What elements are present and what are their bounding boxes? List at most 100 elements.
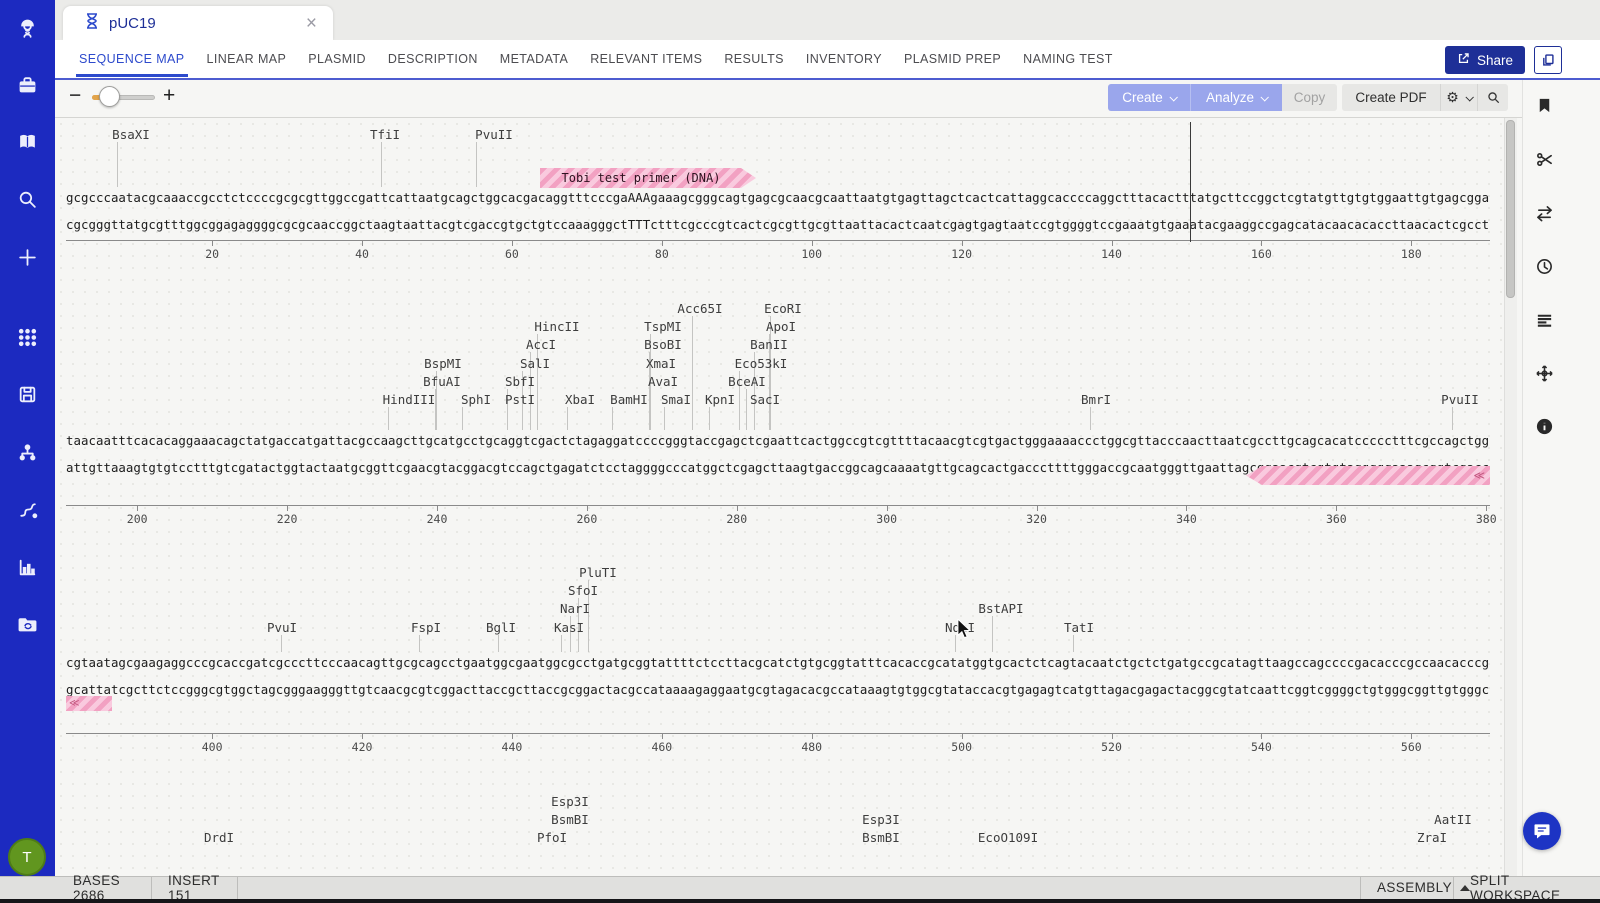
sequence-map[interactable]: BsaXI TfiI PvuII gcgcccaatacgcaaaccgcctctcc… [55, 118, 1504, 876]
cut-site-label-BceAI[interactable]: BceAI [728, 374, 766, 389]
find-button[interactable] [1477, 84, 1508, 111]
cut-site-label-BfuAI[interactable]: BfuAI [423, 374, 461, 389]
view-tab-plasmid-prep[interactable]: PLASMID PREP [893, 39, 1012, 79]
move-icon[interactable] [1528, 357, 1560, 389]
copy-button[interactable]: Copy [1282, 84, 1337, 111]
chat-button[interactable] [1523, 812, 1561, 850]
user-avatar[interactable]: T [8, 838, 46, 876]
brand-logo[interactable] [0, 8, 55, 48]
document-tab[interactable]: pUC19 × [63, 6, 333, 40]
cut-site-label-Esp3I[interactable]: Esp3I [862, 812, 900, 827]
cut-site-label-NarI[interactable]: NarI [560, 601, 590, 616]
sequence-strand-top[interactable]: cgtaatagcgaagaggcccgcaccgatcgcccttcccaac… [66, 655, 1489, 670]
cut-site-label-DrdI[interactable]: DrdI [204, 830, 234, 845]
save-icon[interactable] [0, 374, 55, 414]
create-button[interactable]: Create [1108, 84, 1191, 111]
book-icon[interactable] [0, 121, 55, 161]
cut-site-label-AvaI[interactable]: AvaI [648, 374, 678, 389]
cut-site-label-ZraI[interactable]: ZraI [1417, 830, 1447, 845]
view-tab-naming-test[interactable]: NAMING TEST [1012, 39, 1124, 79]
cut-site-label-XbaI[interactable]: XbaI [565, 392, 595, 407]
plus-icon[interactable] [0, 237, 55, 277]
close-icon[interactable]: × [302, 14, 321, 33]
cut-site-label-PvuII[interactable]: PvuII [475, 127, 513, 142]
annotation-primer[interactable]: Tobi test primer (DNA) [540, 168, 756, 188]
cut-site-label-TatI[interactable]: TatI [1064, 620, 1094, 635]
swap-arrows-icon[interactable] [1528, 197, 1560, 229]
view-tab-relevant-items[interactable]: RELEVANT ITEMS [579, 39, 713, 79]
cut-site-label-Eco53kI[interactable]: Eco53kI [735, 356, 788, 371]
share-button[interactable]: Share [1445, 46, 1525, 74]
cut-site-label-PfoI[interactable]: PfoI [537, 830, 567, 845]
cut-site-label-TfiI[interactable]: TfiI [370, 127, 400, 142]
bookmark-icon[interactable] [1528, 89, 1560, 121]
cut-site-label-AatII[interactable]: AatII [1434, 812, 1472, 827]
apps-grid-icon[interactable] [0, 317, 55, 357]
zoom-in-button[interactable]: + [163, 84, 175, 108]
cut-site-label-BspMI[interactable]: BspMI [424, 356, 462, 371]
cut-site-label-TspMI[interactable]: TspMI [644, 319, 682, 334]
cut-site-label-SbfI[interactable]: SbfI [505, 374, 535, 389]
search-icon[interactable] [0, 179, 55, 219]
briefcase-icon[interactable] [0, 64, 55, 104]
scissors-icon[interactable] [1528, 143, 1560, 175]
cut-site-label-BsoBI[interactable]: BsoBI [644, 337, 682, 352]
settings-button[interactable]: ⚙ [1440, 84, 1477, 111]
bar-chart-icon[interactable] [0, 547, 55, 587]
analyze-button[interactable]: Analyze [1191, 84, 1282, 111]
cut-site-label-PvuII[interactable]: PvuII [1441, 392, 1479, 407]
cut-site-label-SmaI[interactable]: SmaI [661, 392, 691, 407]
history-clock-icon[interactable] [1528, 250, 1560, 282]
annotation-fragment[interactable]: ≪ [66, 696, 112, 711]
cut-site-label-ApoI[interactable]: ApoI [766, 319, 796, 334]
split-workspace-button[interactable]: SPLIT WORKSPACE [1453, 876, 1600, 899]
cut-site-label-BamHI[interactable]: BamHI [610, 392, 648, 407]
cut-site-label-KpnI[interactable]: KpnI [705, 392, 735, 407]
zoom-slider-handle[interactable] [99, 86, 120, 107]
cut-site-label-HindIII[interactable]: HindIII [383, 392, 436, 407]
sequence-strand-top[interactable]: taacaatttcacacaggaaacagctatgaccatgattacg… [66, 433, 1489, 448]
cut-site-label-XmaI[interactable]: XmaI [646, 356, 676, 371]
cut-site-label-BanII[interactable]: BanII [750, 337, 788, 352]
cut-site-label-FspI[interactable]: FspI [411, 620, 441, 635]
annotation-reverse-arrow[interactable]: ≪ [1246, 466, 1490, 485]
duplicate-button[interactable] [1534, 46, 1562, 74]
view-tab-sequence-map[interactable]: SEQUENCE MAP [68, 39, 196, 79]
cut-site-label-Esp3I[interactable]: Esp3I [551, 794, 589, 809]
cut-site-label-SphI[interactable]: SphI [461, 392, 491, 407]
view-tab-linear-map[interactable]: LINEAR MAP [196, 39, 298, 79]
cut-site-label-BglI[interactable]: BglI [486, 620, 516, 635]
hierarchy-icon[interactable] [0, 432, 55, 472]
cut-site-label-PluTI[interactable]: PluTI [579, 565, 617, 580]
cut-site-label-AccI[interactable]: AccI [526, 337, 556, 352]
cut-site-label-BsmBI[interactable]: BsmBI [862, 830, 900, 845]
assembly-toggle[interactable]: ASSEMBLY [1360, 876, 1453, 899]
view-tab-inventory[interactable]: INVENTORY [795, 39, 893, 79]
folder-sync-icon[interactable] [0, 603, 55, 643]
align-left-icon[interactable] [1528, 304, 1560, 336]
cut-site-label-EcoO109I[interactable]: EcoO109I [978, 830, 1038, 845]
cut-site-label-SacI[interactable]: SacI [750, 392, 780, 407]
view-tab-description[interactable]: DESCRIPTION [377, 39, 489, 79]
cut-site-label-HincII[interactable]: HincII [534, 319, 579, 334]
create-pdf-button[interactable]: Create PDF [1342, 84, 1440, 111]
sequence-strand-bottom[interactable]: gcattatcgcttctccgggcgtggctagcgggaagggttg… [66, 682, 1489, 697]
cut-site-label-EcoRI[interactable]: EcoRI [764, 301, 802, 316]
view-tab-metadata[interactable]: METADATA [489, 39, 579, 79]
cut-site-label-KasI[interactable]: KasI [554, 620, 584, 635]
view-tab-plasmid[interactable]: PLASMID [297, 39, 377, 79]
scrollbar-thumb[interactable] [1506, 120, 1515, 298]
cut-site-label-PvuI[interactable]: PvuI [267, 620, 297, 635]
cut-site-label-Acc65I[interactable]: Acc65I [677, 301, 722, 316]
cut-site-label-BstAPI[interactable]: BstAPI [978, 601, 1023, 616]
cut-site-label-SalI[interactable]: SalI [520, 356, 550, 371]
route-icon[interactable] [0, 489, 55, 529]
sequence-strand-top[interactable]: gcgcccaatacgcaaaccgcctctccccgcgcgttggccg… [66, 190, 1489, 205]
cut-site-label-BsaXI[interactable]: BsaXI [112, 127, 150, 142]
cut-site-label-SfoI[interactable]: SfoI [568, 583, 598, 598]
cut-site-label-PstI[interactable]: PstI [505, 392, 535, 407]
view-tab-results[interactable]: RESULTS [713, 39, 795, 79]
cut-site-label-BmrI[interactable]: BmrI [1081, 392, 1111, 407]
info-icon[interactable] [1528, 410, 1560, 442]
sequence-strand-bottom[interactable]: cgcgggttatgcgtttggcggagaggggcgcgcaaccggc… [66, 217, 1489, 232]
